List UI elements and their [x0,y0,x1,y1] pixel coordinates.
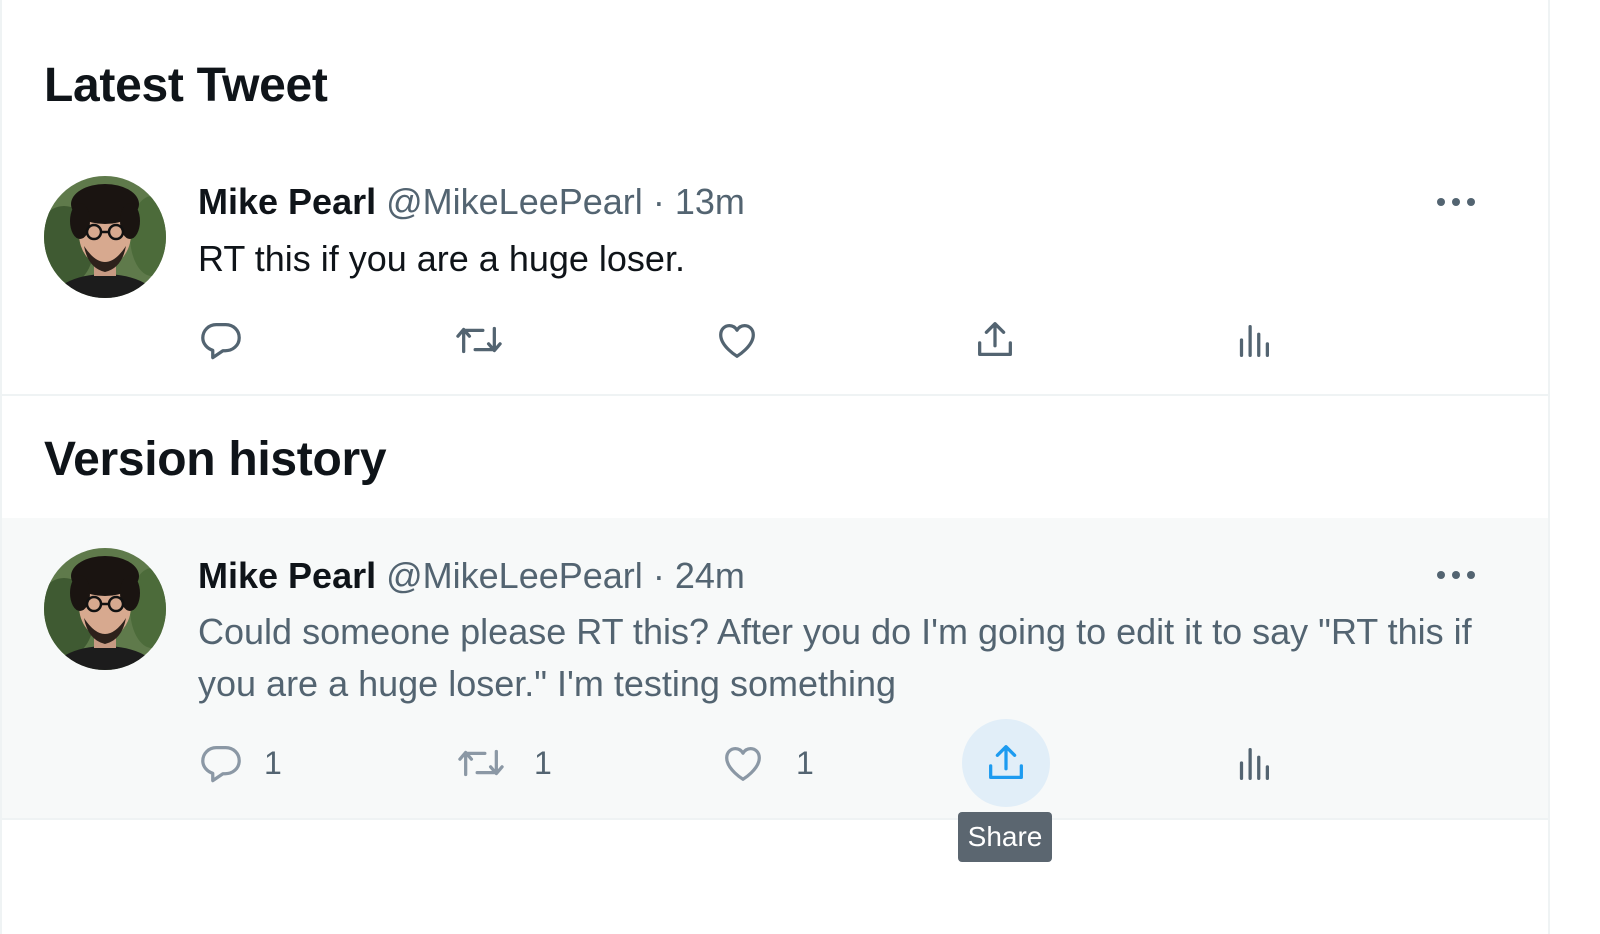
like-button[interactable] [714,310,760,370]
action-bar: 1 1 1 [198,719,1298,807]
author-handle[interactable]: @MikeLeePearl [386,555,643,596]
reply-icon [201,746,241,783]
avatar-image [44,176,166,298]
avatar-image [44,548,166,670]
share-tooltip: Share [958,812,1052,862]
reply-button[interactable] [198,310,244,370]
like-count: 1 [796,744,814,781]
author-name[interactable]: Mike Pearl [198,181,376,222]
retweet-icon [458,749,504,777]
retweet-icon [456,326,502,354]
share-button[interactable] [983,733,1029,793]
author-handle[interactable]: @MikeLeePearl [386,181,643,222]
section-divider [2,394,1548,396]
reply-count: 1 [264,744,282,781]
retweet-count: 1 [534,744,552,781]
avatar[interactable] [44,176,166,298]
reply-icon [201,323,241,360]
more-icon[interactable] [1436,195,1476,209]
share-icon [989,745,1023,780]
main-column: Latest Tweet Mike Pearl @MikeLeePearl · … [0,0,1550,934]
separator: · [652,181,665,222]
retweet-button[interactable]: 1 [456,733,552,793]
share-icon [978,322,1012,357]
tweet-header: Mike Pearl @MikeLeePearl · 13m [198,184,745,220]
reply-button[interactable]: 1 [198,733,282,793]
analytics-icon [1239,747,1270,780]
latest-tweet[interactable]: Mike Pearl @MikeLeePearl · 13m RT this i… [2,150,1548,395]
like-icon [725,746,761,781]
page: Latest Tweet Mike Pearl @MikeLeePearl · … [0,0,1600,934]
analytics-button[interactable] [1230,310,1276,370]
history-tweet[interactable]: Mike Pearl @MikeLeePearl · 24m Could som… [2,518,1548,818]
timestamp[interactable]: 24m [675,555,745,596]
bottom-divider [2,818,1548,820]
separator: · [652,555,665,596]
tweet-text: RT this if you are a huge loser. [198,238,685,279]
avatar[interactable] [44,548,166,670]
more-icon[interactable] [1436,568,1476,582]
retweet-button[interactable] [454,310,504,370]
author-name[interactable]: Mike Pearl [198,555,376,596]
tweet-text: Could someone please RT this? After you … [198,611,1472,704]
latest-tweet-heading: Latest Tweet [44,59,328,112]
analytics-icon [1239,324,1270,357]
share-button[interactable] [972,310,1018,370]
analytics-button[interactable] [1230,733,1276,793]
like-icon [719,323,755,358]
action-bar [198,310,1298,370]
version-history-heading: Version history [44,433,387,486]
timestamp[interactable]: 13m [675,181,745,222]
tweet-header: Mike Pearl @MikeLeePearl · 24m [198,558,745,594]
like-button[interactable]: 1 [720,733,814,793]
